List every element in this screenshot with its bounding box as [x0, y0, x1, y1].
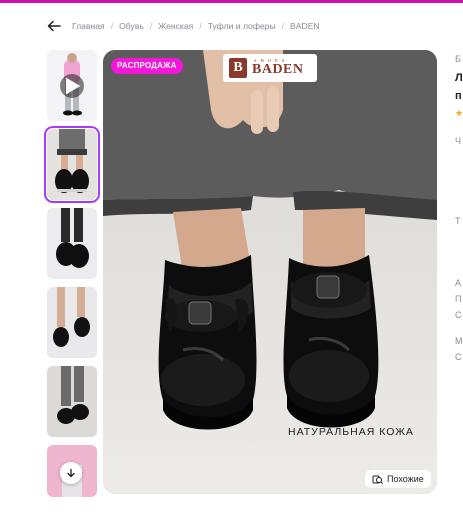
breadcrumb-women[interactable]: Женская: [158, 21, 193, 31]
thumbnail-image: [47, 129, 97, 200]
right-fragment: С: [455, 352, 462, 362]
thumbnail-item[interactable]: [47, 287, 97, 358]
right-fragment: Л: [455, 72, 463, 84]
breadcrumb-brand[interactable]: BADEN: [290, 21, 320, 31]
thumbnail-image: [47, 287, 97, 358]
right-fragment: Ч: [455, 136, 461, 146]
right-fragment: М: [455, 336, 463, 346]
right-fragment: П: [455, 294, 462, 304]
main-product-image[interactable]: РАСПРОДАЖА B SHOES BADEN НАТУРАЛЬНАЯ КОЖ…: [103, 50, 437, 494]
right-panel-clipped: Б Л п ★ Ч Т А П С М С: [452, 50, 463, 500]
thumbnail-selected[interactable]: [44, 126, 100, 203]
right-fragment: п: [455, 90, 462, 102]
right-fragment: Б: [455, 54, 461, 64]
play-icon: [60, 74, 84, 98]
breadcrumb-separator: /: [281, 21, 285, 31]
thumbnail-video[interactable]: [47, 50, 97, 121]
right-fragment: ★: [455, 108, 463, 118]
breadcrumb-separator: /: [110, 21, 114, 31]
right-fragment: Т: [455, 216, 461, 226]
breadcrumb: Главная / Обувь / Женская / Туфли и лофе…: [46, 16, 320, 36]
similar-button[interactable]: Похожие: [365, 470, 431, 488]
right-fragment: А: [455, 278, 462, 288]
brand-logo: B SHOES BADEN: [223, 54, 317, 82]
similar-label: Похожие: [387, 474, 424, 484]
right-fragment: С: [455, 310, 462, 320]
scroll-down-icon[interactable]: [60, 462, 82, 484]
photo-caption: НАТУРАЛЬНАЯ КОЖА: [288, 426, 414, 438]
thumbnail-image: [47, 366, 97, 437]
logo-brand-name: BADEN: [252, 62, 304, 78]
breadcrumb-separator: /: [199, 21, 202, 31]
breadcrumb-shoes[interactable]: Обувь: [119, 21, 144, 31]
breadcrumb-home[interactable]: Главная: [72, 21, 105, 31]
thumbnail-item[interactable]: [47, 366, 97, 437]
back-arrow-icon[interactable]: [46, 18, 62, 34]
thumbnail-item[interactable]: [47, 208, 97, 279]
similar-icon: [372, 475, 383, 484]
logo-monogram: B: [229, 58, 247, 78]
thumbnail-gallery: [44, 50, 100, 505]
breadcrumb-separator: /: [149, 21, 153, 31]
breadcrumb-loafers[interactable]: Туфли и лоферы: [208, 21, 276, 31]
thumbnail-image: [47, 208, 97, 279]
top-accent-bar: [0, 0, 463, 3]
sale-badge: РАСПРОДАЖА: [111, 58, 183, 74]
